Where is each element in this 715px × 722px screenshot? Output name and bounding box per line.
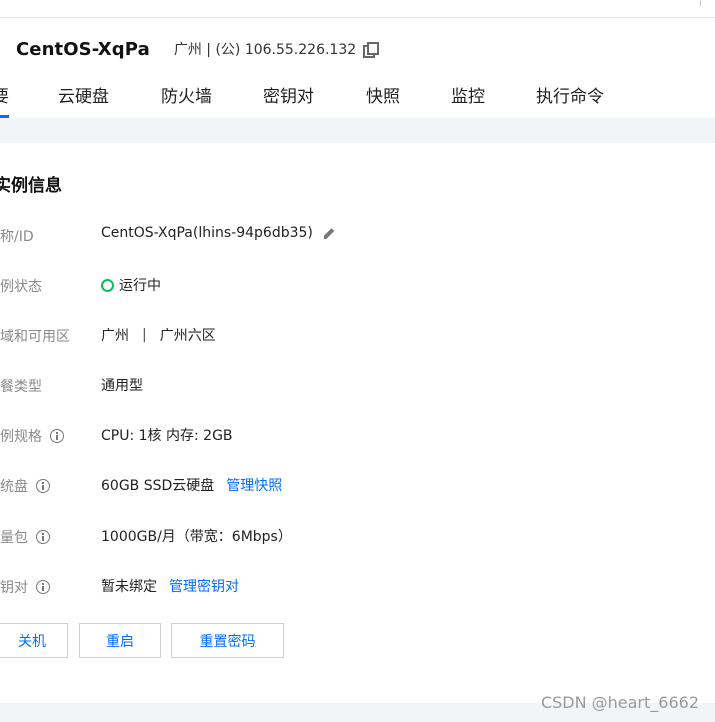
instance-name-id: CentOS-XqPa(lhins-94p6db35) bbox=[101, 225, 313, 241]
region-text: 广州 bbox=[101, 328, 129, 344]
tab-key-pair[interactable]: 密钥对 bbox=[263, 78, 314, 116]
zone-text: 广州六区 bbox=[159, 328, 216, 344]
traffic-label-text: 量包 bbox=[0, 530, 28, 546]
info-icon[interactable] bbox=[36, 479, 50, 493]
info-icon[interactable] bbox=[36, 580, 50, 594]
section-title: 实例信息 bbox=[0, 176, 62, 196]
reset-password-button[interactable]: 重置密码 bbox=[171, 623, 284, 658]
row-value-system-disk: 60GB SSD云硬盘 管理快照 bbox=[101, 475, 282, 495]
status-text: 运行中 bbox=[119, 278, 161, 294]
row-value-region-zone: 广州 | 广州六区 bbox=[101, 325, 216, 345]
key-pair-label-text: 钥对 bbox=[0, 580, 28, 596]
restart-button[interactable]: 重启 bbox=[79, 623, 161, 658]
key-pair-text: 暂未绑定 bbox=[101, 579, 157, 595]
row-value-traffic-package: 1000GB/月（带宽：6Mbps） bbox=[101, 529, 292, 545]
row-label-status: 例状态 bbox=[0, 279, 42, 295]
watermark: CSDN @heart_6662 bbox=[540, 693, 699, 712]
instance-title: CentOS-XqPa bbox=[16, 38, 150, 60]
tab-firewall[interactable]: 防火墙 bbox=[161, 78, 212, 116]
edit-icon[interactable] bbox=[323, 226, 337, 240]
system-disk-label-text: 统盘 bbox=[0, 479, 28, 495]
row-value-name-id: CentOS-XqPa(lhins-94p6db35) bbox=[101, 225, 337, 241]
title-row: CentOS-XqPa 广州 | (公) 106.55.226.132 bbox=[16, 37, 380, 61]
tab-snapshot[interactable]: 快照 bbox=[366, 78, 400, 116]
tab-overview[interactable]: 要 bbox=[0, 78, 9, 118]
row-label-region-zone: 域和可用区 bbox=[0, 329, 70, 345]
row-value-spec: CPU: 1核 内存: 2GB bbox=[101, 428, 233, 444]
row-label-system-disk: 统盘 bbox=[0, 476, 50, 496]
instance-header: CentOS-XqPa 广州 | (公) 106.55.226.132 要 云硬… bbox=[0, 18, 715, 118]
info-icon[interactable] bbox=[36, 530, 50, 544]
tab-run-command[interactable]: 执行命令 bbox=[536, 78, 604, 116]
running-status-icon bbox=[101, 278, 114, 292]
row-value-plan-type: 通用型 bbox=[101, 378, 143, 394]
manage-snapshot-link[interactable]: 管理快照 bbox=[226, 475, 282, 495]
manage-key-pair-link[interactable]: 管理密钥对 bbox=[169, 576, 239, 596]
row-label-spec: 例规格 bbox=[0, 426, 64, 446]
tab-monitoring[interactable]: 监控 bbox=[451, 78, 485, 116]
region-separator: | bbox=[142, 327, 147, 343]
row-value-status: 运行中 bbox=[101, 275, 161, 295]
instance-info-panel: 实例信息 称/ID CentOS-XqPa(lhins-94p6db35) 例状… bbox=[0, 143, 715, 703]
copy-icon[interactable] bbox=[363, 42, 380, 58]
row-label-name-id: 称/ID bbox=[0, 229, 34, 245]
row-value-key-pair: 暂未绑定 管理密钥对 bbox=[101, 576, 239, 596]
tab-cloud-disk[interactable]: 云硬盘 bbox=[58, 78, 109, 116]
top-strip bbox=[0, 0, 715, 18]
tab-bar: 要 云硬盘 防火墙 密钥对 快照 监控 执行命令 bbox=[0, 78, 715, 118]
window-edge-mark bbox=[700, 0, 701, 6]
row-label-traffic-package: 量包 bbox=[0, 527, 50, 547]
row-label-key-pair: 钥对 bbox=[0, 577, 50, 597]
row-label-plan-type: 餐类型 bbox=[0, 379, 42, 395]
system-disk-text: 60GB SSD云硬盘 bbox=[101, 478, 215, 494]
shutdown-button[interactable]: 关机 bbox=[0, 623, 68, 658]
spec-label-text: 例规格 bbox=[0, 429, 42, 445]
info-icon[interactable] bbox=[50, 429, 64, 443]
instance-meta: 广州 | (公) 106.55.226.132 bbox=[173, 42, 357, 58]
